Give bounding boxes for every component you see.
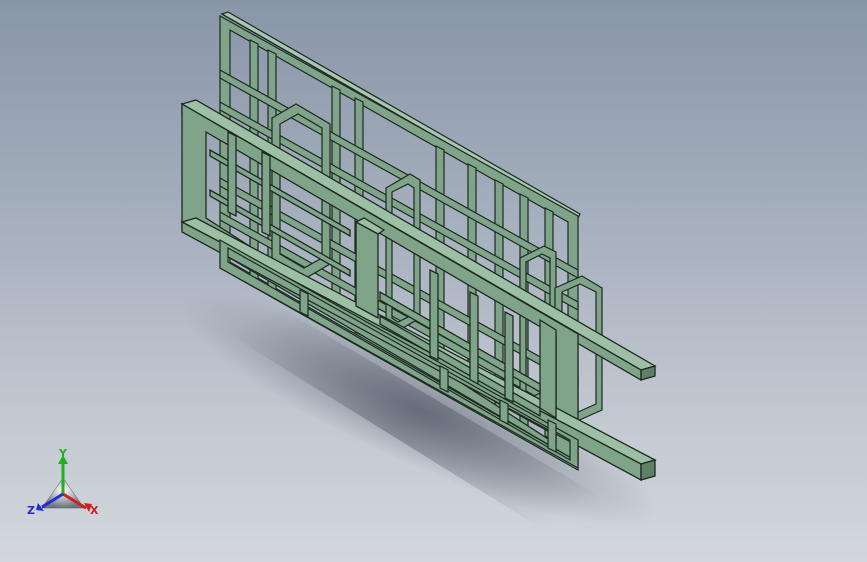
cad-3d-viewport[interactable]: Y X Z <box>0 0 867 562</box>
frame-assembly-model[interactable] <box>0 0 867 562</box>
